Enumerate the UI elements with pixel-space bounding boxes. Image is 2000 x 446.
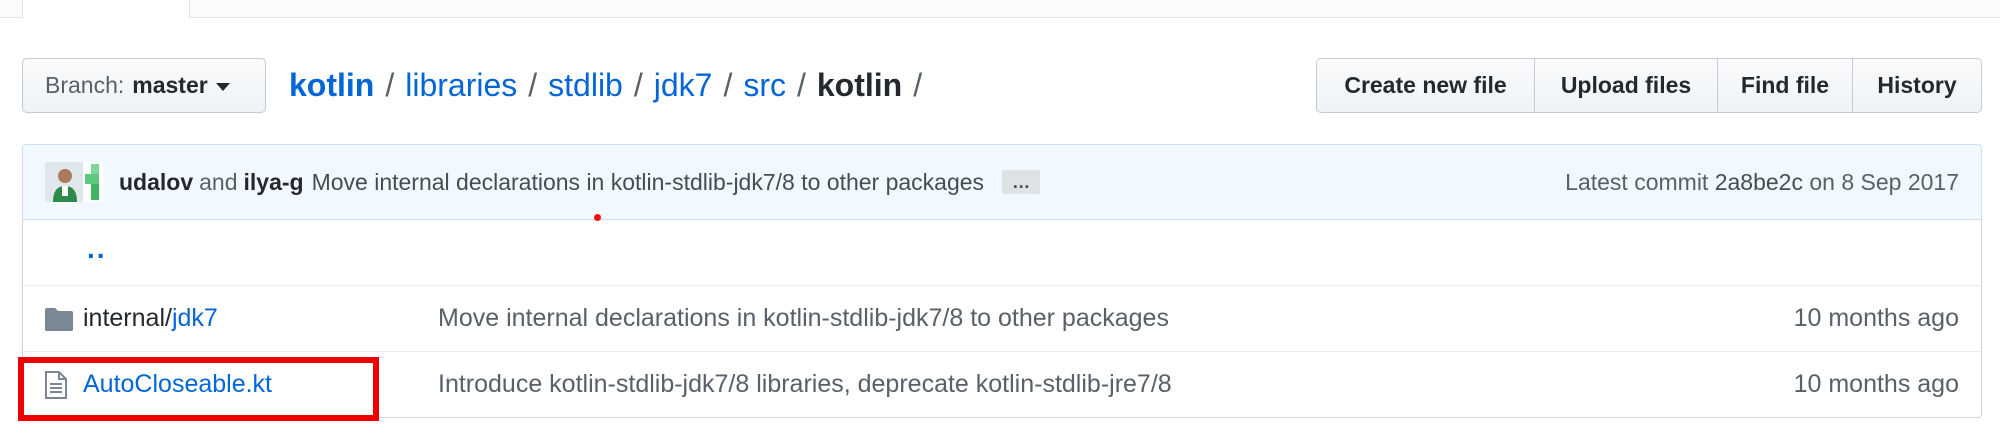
breadcrumb-separator: / xyxy=(633,66,643,103)
file-list: .. internal/jdk7 Move internal declarati… xyxy=(22,219,1982,418)
file-age: 10 months ago xyxy=(1793,304,1959,332)
upload-files-button[interactable]: Upload files xyxy=(1534,58,1718,113)
commit-committer-link[interactable]: ilya-g xyxy=(244,169,304,196)
dir-prefix[interactable]: internal/ xyxy=(83,304,172,332)
file-commit-message[interactable]: Move internal declarations in kotlin-std… xyxy=(438,304,1169,333)
active-tab[interactable] xyxy=(22,0,190,19)
file-name[interactable]: AutoCloseable.kt xyxy=(83,370,272,399)
cursor-marker xyxy=(594,214,601,221)
parent-dir-link[interactable]: .. xyxy=(87,233,107,265)
breadcrumb-libraries[interactable]: libraries xyxy=(405,67,517,104)
commit-date: on 8 Sep 2017 xyxy=(1809,168,1959,195)
file-row[interactable]: internal/jdk7 Move internal declarations… xyxy=(23,285,1981,351)
breadcrumb-jdk7[interactable]: jdk7 xyxy=(654,67,713,104)
breadcrumb-kotlin-root[interactable]: kotlin xyxy=(289,67,374,104)
folder-icon xyxy=(45,307,73,338)
breadcrumb-src[interactable]: src xyxy=(743,67,786,104)
file-age: 10 months ago xyxy=(1793,370,1959,398)
latest-commit-info: Latest commit 2a8be2c on 8 Sep 2017 xyxy=(1565,169,1959,196)
breadcrumb-stdlib[interactable]: stdlib xyxy=(548,67,623,104)
branch-select-button[interactable]: Branch: master xyxy=(22,58,266,113)
latest-commit-label: Latest commit xyxy=(1565,168,1709,195)
author-avatars[interactable] xyxy=(45,162,103,202)
history-button[interactable]: History xyxy=(1852,58,1982,113)
breadcrumb-separator: / xyxy=(385,66,395,103)
file-icon xyxy=(45,371,67,406)
dir-link[interactable]: jdk7 xyxy=(172,304,218,332)
commit-author-link[interactable]: udalov xyxy=(119,169,193,196)
breadcrumb-separator: / xyxy=(528,66,538,103)
branch-label: Branch: xyxy=(45,72,125,98)
breadcrumb: kotlin / libraries / stdlib / jdk7 / src… xyxy=(289,60,933,110)
file-actions: Create new file Upload files Find file H… xyxy=(1316,58,1982,113)
file-name[interactable]: internal/jdk7 xyxy=(83,304,218,333)
avatar[interactable] xyxy=(83,162,103,202)
commit-sha-link[interactable]: 2a8be2c xyxy=(1715,169,1803,195)
caret-down-icon xyxy=(215,82,230,91)
expand-commit-button[interactable]: … xyxy=(1002,170,1041,194)
file-row[interactable]: AutoCloseable.kt Introduce kotlin-stdlib… xyxy=(23,351,1981,417)
commit-authors-joiner: and xyxy=(199,168,238,195)
file-link[interactable]: AutoCloseable.kt xyxy=(83,370,272,398)
avatar[interactable] xyxy=(45,162,85,202)
branch-value: master xyxy=(132,72,208,98)
commit-message-link[interactable]: Move internal declarations in kotlin-std… xyxy=(312,169,984,196)
breadcrumb-separator: / xyxy=(796,66,806,103)
latest-commit-bar: udalov and ilya-g Move internal declarat… xyxy=(22,144,1982,220)
file-commit-message[interactable]: Introduce kotlin-stdlib-jdk7/8 libraries… xyxy=(438,370,1172,399)
breadcrumb-current: kotlin xyxy=(816,66,903,103)
create-new-file-button[interactable]: Create new file xyxy=(1316,58,1535,113)
parent-dir-row[interactable]: .. xyxy=(23,219,1981,285)
repo-tab-strip xyxy=(0,0,2000,19)
find-file-button[interactable]: Find file xyxy=(1717,58,1853,113)
breadcrumb-separator: / xyxy=(723,66,733,103)
breadcrumb-separator: / xyxy=(913,66,923,103)
